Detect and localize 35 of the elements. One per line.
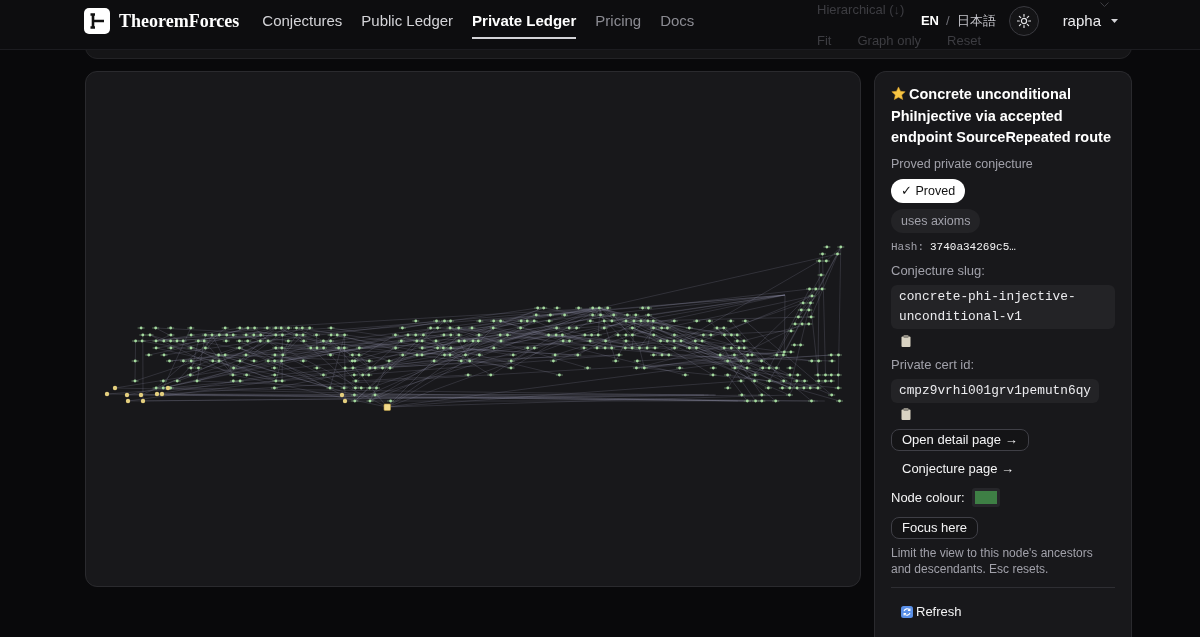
language-separator: / (946, 12, 950, 31)
clipboard-icon (901, 407, 911, 420)
nav-link[interactable]: Private Ledger (472, 0, 577, 39)
language-option[interactable]: 日本語 (956, 11, 996, 31)
code-block: cmpz9vrhi001grv1pemutn6qy (891, 378, 1099, 403)
theme-toggle-button[interactable] (1008, 6, 1039, 36)
nav-link[interactable]: Docs (660, 0, 695, 39)
nav-link[interactable]: Public Ledger (361, 0, 454, 39)
hash-label: Hash: (891, 239, 924, 255)
highlighted-node-icon[interactable] (383, 403, 391, 411)
brand-logo-link[interactable]: TheoremForces (84, 8, 240, 34)
refresh-button[interactable]: Refresh (891, 600, 972, 623)
help-text: Limit the view to this node's ancestors and descendants. Esc resets. (891, 544, 1094, 577)
page-link-button[interactable]: Open detail page → (891, 428, 1029, 451)
language-option[interactable]: EN (920, 11, 939, 31)
user-menu-button[interactable]: rapha (1062, 13, 1118, 29)
sun-icon (1016, 14, 1031, 28)
node-colour-label: Node colour: (891, 488, 965, 507)
subtitle: Proved private conjecture (891, 155, 1033, 173)
conjecture-title: Concrete unconditional PhiInjective via accepted endpoint SourceRepeated route (891, 86, 1111, 145)
hash-value: 3740a34269c5… (930, 239, 1016, 255)
caret-icon (1111, 19, 1118, 23)
page-link-button[interactable]: Conjecture page → (891, 457, 1025, 480)
code-block: concrete-phi-injective-unconditional-v1 (891, 284, 1115, 329)
refresh-icon (901, 605, 913, 618)
nav-link[interactable]: Pricing (595, 0, 642, 39)
status-badge: ✓ Proved (891, 178, 966, 203)
focus-button[interactable]: Focus here (891, 516, 979, 539)
logo-icon (84, 8, 110, 34)
field-label: Private cert id: (891, 355, 975, 374)
field-label: Conjecture slug: (891, 261, 985, 280)
tag-badge: uses axioms (891, 208, 981, 233)
node-colour-swatch[interactable] (971, 488, 1000, 507)
nav-link[interactable]: Conjectures (262, 0, 343, 39)
clipboard-icon (901, 334, 911, 347)
